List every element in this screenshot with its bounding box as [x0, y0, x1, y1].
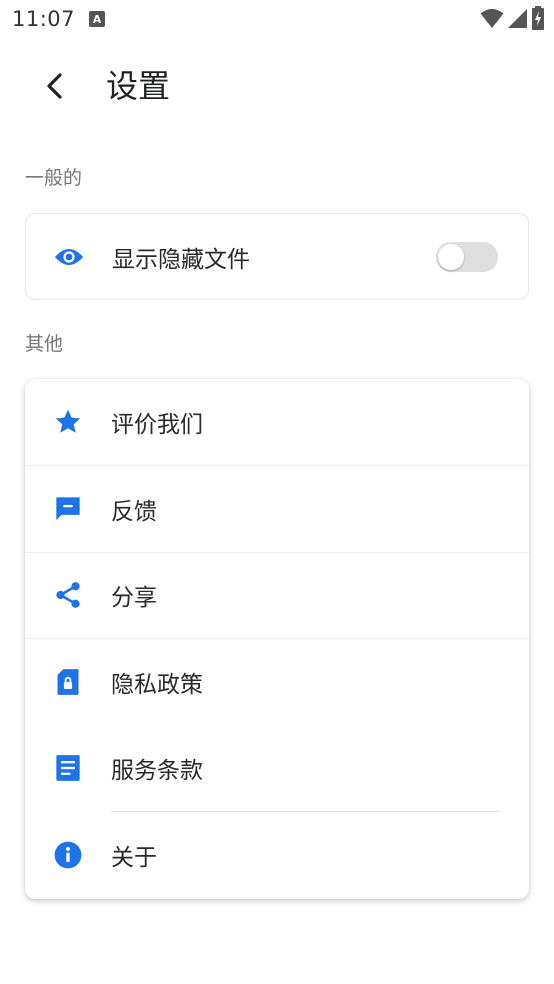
cell-signal-icon — [508, 9, 527, 28]
other-card: 评价我们 反馈 分享 隐私政策 服务条款 关于 — [25, 379, 529, 899]
terms-of-service-row[interactable]: 服务条款 — [25, 725, 529, 812]
info-icon — [53, 840, 83, 870]
share-label: 分享 — [111, 585, 157, 612]
toggle-knob — [438, 244, 464, 270]
status-time: 11:07 — [12, 7, 76, 31]
app-bar: 设置 — [0, 54, 554, 120]
status-bar: 11:07 A — [0, 0, 554, 38]
general-card: 显示隐藏文件 — [25, 213, 529, 300]
show-hidden-files-label: 显示隐藏文件 — [112, 247, 250, 274]
show-hidden-files-toggle[interactable] — [436, 242, 498, 272]
back-arrow-icon — [47, 73, 62, 99]
feedback-icon — [53, 494, 83, 524]
section-label-other: 其他 — [25, 333, 64, 355]
about-row[interactable]: 关于 — [25, 812, 529, 899]
page-title: 设置 — [106, 67, 171, 105]
section-label-general: 一般的 — [25, 167, 83, 189]
about-label: 关于 — [111, 844, 157, 871]
feedback-label: 反馈 — [111, 498, 157, 525]
share-row[interactable]: 分享 — [25, 552, 529, 639]
terms-of-service-label: 服务条款 — [111, 758, 203, 785]
eye-icon — [54, 242, 84, 272]
feedback-row[interactable]: 反馈 — [25, 466, 529, 553]
status-icons — [480, 6, 544, 30]
wifi-icon — [480, 9, 504, 28]
document-icon — [53, 753, 83, 783]
privacy-policy-row[interactable]: 隐私政策 — [25, 639, 529, 726]
notification-a-icon: A — [89, 11, 106, 27]
star-icon — [53, 407, 83, 437]
share-icon — [53, 580, 83, 610]
privacy-lock-icon — [53, 667, 83, 697]
battery-charging-icon — [532, 6, 544, 30]
rate-us-row[interactable]: 评价我们 — [25, 379, 529, 466]
back-button[interactable] — [32, 62, 80, 110]
show-hidden-files-row[interactable]: 显示隐藏文件 — [26, 214, 528, 301]
rate-us-label: 评价我们 — [111, 412, 203, 439]
privacy-policy-label: 隐私政策 — [111, 671, 203, 698]
settings-screen: 11:07 A 设置 一般的 显示隐藏文件 其他 评价我们 反馈 分享 隐私政策… — [0, 0, 554, 984]
